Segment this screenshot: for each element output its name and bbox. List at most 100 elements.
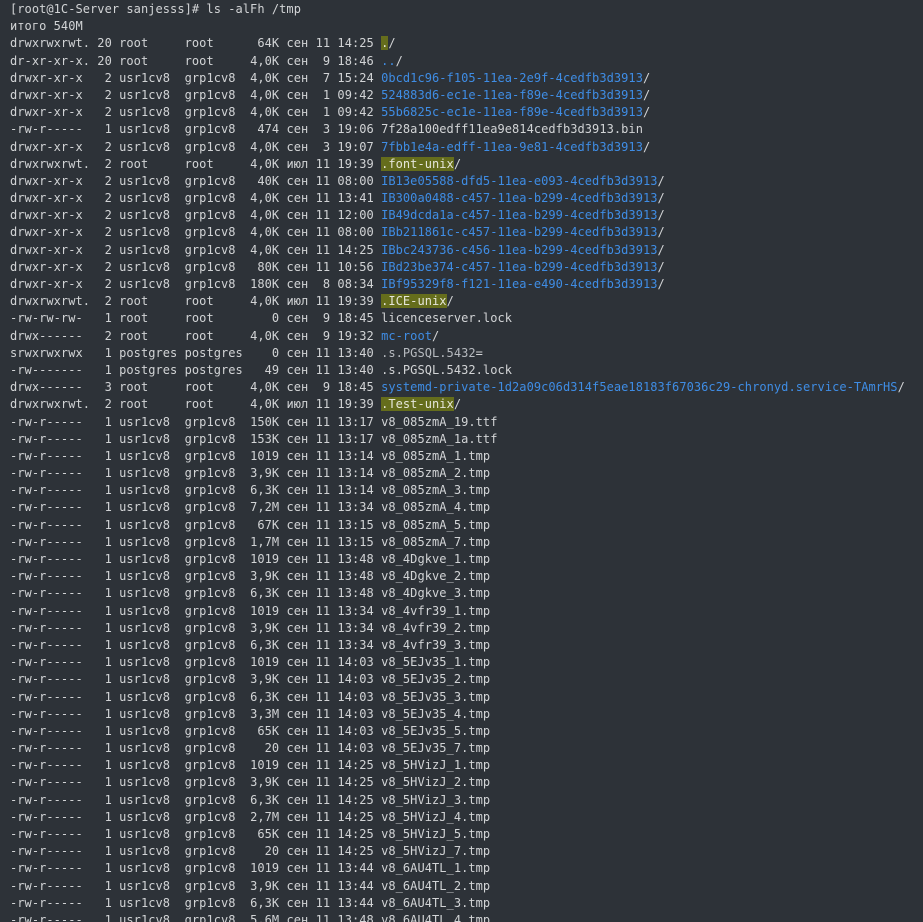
file-name[interactable]: v8_5HVizJ_7.tmp bbox=[381, 844, 490, 858]
file-name[interactable]: .s.PGSQL.5432.lock bbox=[381, 363, 512, 377]
file-name[interactable]: v8_6AU4TL_1.tmp bbox=[381, 861, 490, 875]
file-name[interactable]: v8_5HVizJ_5.tmp bbox=[381, 827, 490, 841]
file-name[interactable]: v8_4vfr39_1.tmp bbox=[381, 604, 490, 618]
file-name[interactable]: IB300a0488-c457-11ea-b299-4cedfb3d3913 bbox=[381, 191, 657, 205]
file-name[interactable]: v8_6AU4TL_4.tmp bbox=[381, 913, 490, 922]
group-field: root bbox=[177, 53, 243, 68]
file-name[interactable]: v8_085zmA_5.tmp bbox=[381, 518, 490, 532]
time-field: 14:25 bbox=[330, 827, 382, 841]
file-name[interactable]: v8_4Dgkve_2.tmp bbox=[381, 569, 490, 583]
file-name[interactable]: v8_085zmA_1a.ttf bbox=[381, 432, 497, 446]
owner-field: usr1cv8 bbox=[111, 775, 178, 790]
file-name[interactable]: v8_085zmA_2.tmp bbox=[381, 466, 490, 480]
owner-field: usr1cv8 bbox=[111, 603, 178, 618]
size-field: 474 bbox=[242, 122, 280, 137]
file-name[interactable]: IBb211861c-c457-11ea-b299-4cedfb3d3913 bbox=[381, 225, 657, 239]
file-name[interactable]: v8_5EJv35_2.tmp bbox=[381, 672, 490, 686]
file-name[interactable]: 0bcd1c96-f105-11ea-2e9f-4cedfb3d3913 bbox=[381, 71, 643, 85]
file-name[interactable]: v8_085zmA_3.tmp bbox=[381, 483, 490, 497]
time-field: 12:00 bbox=[330, 208, 382, 223]
file-name[interactable]: 524883d6-ec1e-11ea-f89e-4cedfb3d3913 bbox=[381, 88, 643, 102]
file-name[interactable]: IBd23be374-c457-11ea-b299-4cedfb3d3913 bbox=[381, 260, 657, 274]
day-field: 11 bbox=[308, 448, 331, 463]
owner-field: usr1cv8 bbox=[111, 277, 178, 291]
total-size-line: итого 540M bbox=[10, 19, 83, 34]
owner-field: usr1cv8 bbox=[111, 208, 178, 223]
group-field: grp1cv8 bbox=[177, 637, 243, 652]
file-name[interactable]: .ICE-unix bbox=[381, 294, 447, 309]
listing-row: -rw-r----- 1 usr1cv8 grp1cv8 3,9K сен 11… bbox=[10, 465, 923, 482]
listing-row: -rw-r----- 1 usr1cv8 grp1cv8 3,9K сен 11… bbox=[10, 620, 923, 637]
owner-field: usr1cv8 bbox=[111, 534, 178, 549]
owner-field: usr1cv8 bbox=[111, 741, 178, 756]
file-name[interactable]: IBf95329f8-f121-11ea-e490-4cedfb3d3913 bbox=[381, 277, 657, 291]
file-name[interactable]: v8_5EJv35_5.tmp bbox=[381, 724, 490, 738]
file-name[interactable]: mc-root bbox=[381, 329, 432, 343]
file-name[interactable]: v8_085zmA_19.ttf bbox=[381, 415, 497, 429]
owner-field: usr1cv8 bbox=[111, 586, 178, 601]
file-name[interactable]: v8_4vfr39_3.tmp bbox=[381, 638, 490, 652]
permissions-field: -rw-r----- bbox=[10, 706, 91, 721]
link-count-field: 1 bbox=[90, 122, 112, 137]
terminal-window[interactable]: [root@1C-Server sanjesss]# ls -alFh /tmp… bbox=[0, 0, 923, 922]
link-count-field: 1 bbox=[90, 466, 112, 481]
file-name[interactable]: IB49dcda1a-c457-11ea-b299-4cedfb3d3913 bbox=[381, 208, 657, 222]
owner-field: usr1cv8 bbox=[111, 191, 178, 206]
link-count-field: 1 bbox=[90, 672, 112, 687]
file-name[interactable]: v8_5EJv35_3.tmp bbox=[381, 690, 490, 704]
time-field: 13:48 bbox=[330, 912, 382, 922]
file-name[interactable]: v8_5HVizJ_3.tmp bbox=[381, 793, 490, 807]
directory-listing: drwxrwxrwt. 20 root root 64K сен 11 14:2… bbox=[10, 35, 923, 922]
file-name[interactable]: v8_6AU4TL_2.tmp bbox=[381, 879, 490, 893]
day-field: 11 bbox=[308, 294, 331, 309]
file-name[interactable]: licenceserver.lock bbox=[381, 311, 512, 325]
file-name[interactable]: v8_4vfr39_2.tmp bbox=[381, 621, 490, 635]
listing-row: -rw-r----- 1 usr1cv8 grp1cv8 65K сен 11 … bbox=[10, 723, 923, 740]
owner-field: usr1cv8 bbox=[111, 466, 178, 481]
permissions-field: -rw-r----- bbox=[10, 603, 91, 618]
file-name[interactable]: v8_5EJv35_1.tmp bbox=[381, 655, 490, 669]
group-field: root bbox=[177, 36, 243, 51]
listing-row: drwxrwxrwt. 2 root root 4,0K июл 11 19:3… bbox=[10, 156, 923, 173]
file-name[interactable]: .. bbox=[381, 54, 396, 68]
listing-row: -rw-r----- 1 usr1cv8 grp1cv8 6,3K сен 11… bbox=[10, 792, 923, 809]
link-count-field: 2 bbox=[90, 397, 112, 412]
day-field: 11 bbox=[308, 173, 331, 188]
file-name[interactable]: systemd-private-1d2a09c06d314f5eae18183f… bbox=[381, 380, 898, 394]
file-name[interactable]: v8_085zmA_1.tmp bbox=[381, 449, 490, 463]
listing-row: -rw-r----- 1 usr1cv8 grp1cv8 6,3K сен 11… bbox=[10, 895, 923, 912]
size-field: 6,3K bbox=[242, 895, 280, 910]
file-name[interactable]: IBbc243736-c456-11ea-b299-4cedfb3d3913 bbox=[381, 243, 657, 257]
month-field: сен bbox=[279, 122, 309, 137]
permissions-field: -rw-r----- bbox=[10, 466, 91, 481]
listing-row: drwx------ 3 root root 4,0K сен 9 18:45 … bbox=[10, 379, 923, 396]
file-name[interactable]: v8_5EJv35_4.tmp bbox=[381, 707, 490, 721]
file-name[interactable]: .s.PGSQL.5432 bbox=[381, 346, 476, 360]
size-field: 4,0K bbox=[242, 87, 280, 102]
permissions-field: drwxr-xr-x bbox=[10, 87, 91, 102]
file-name[interactable]: .Test-unix bbox=[381, 397, 454, 412]
link-count-field: 1 bbox=[90, 637, 112, 652]
owner-field: usr1cv8 bbox=[111, 173, 178, 188]
file-name[interactable]: v8_6AU4TL_3.tmp bbox=[381, 896, 490, 910]
file-name[interactable]: v8_5HVizJ_2.tmp bbox=[381, 775, 490, 789]
owner-field: usr1cv8 bbox=[111, 517, 178, 532]
owner-field: usr1cv8 bbox=[111, 861, 178, 876]
file-name[interactable]: 7fbb1e4a-edff-11ea-9e81-4cedfb3d3913 bbox=[381, 140, 643, 154]
file-name[interactable]: v8_085zmA_4.tmp bbox=[381, 500, 490, 514]
file-name[interactable]: 55b6825c-ec1e-11ea-f89e-4cedfb3d3913 bbox=[381, 105, 643, 119]
month-field: сен bbox=[279, 500, 309, 515]
file-name[interactable]: .font-unix bbox=[381, 156, 454, 171]
listing-row: -rw-r----- 1 usr1cv8 grp1cv8 20 сен 11 1… bbox=[10, 843, 923, 860]
file-name[interactable]: v8_5HVizJ_1.tmp bbox=[381, 758, 490, 772]
file-name[interactable]: v8_5HVizJ_4.tmp bbox=[381, 810, 490, 824]
permissions-field: -rw-r----- bbox=[10, 912, 91, 922]
time-field: 13:48 bbox=[330, 552, 382, 566]
file-name[interactable]: v8_4Dgkve_1.tmp bbox=[381, 552, 490, 566]
file-name[interactable]: v8_5EJv35_7.tmp bbox=[381, 741, 490, 755]
file-name[interactable]: v8_085zmA_7.tmp bbox=[381, 535, 490, 549]
file-name[interactable]: IB13e05588-dfd5-11ea-e093-4cedfb3d3913 bbox=[381, 174, 657, 188]
file-name[interactable]: v8_4Dgkve_3.tmp bbox=[381, 586, 490, 600]
file-name[interactable]: 7f28a100edff11ea9e814cedfb3d3913.bin bbox=[381, 122, 643, 136]
listing-row: drwxrwxrwt. 2 root root 4,0K июл 11 19:3… bbox=[10, 396, 923, 413]
